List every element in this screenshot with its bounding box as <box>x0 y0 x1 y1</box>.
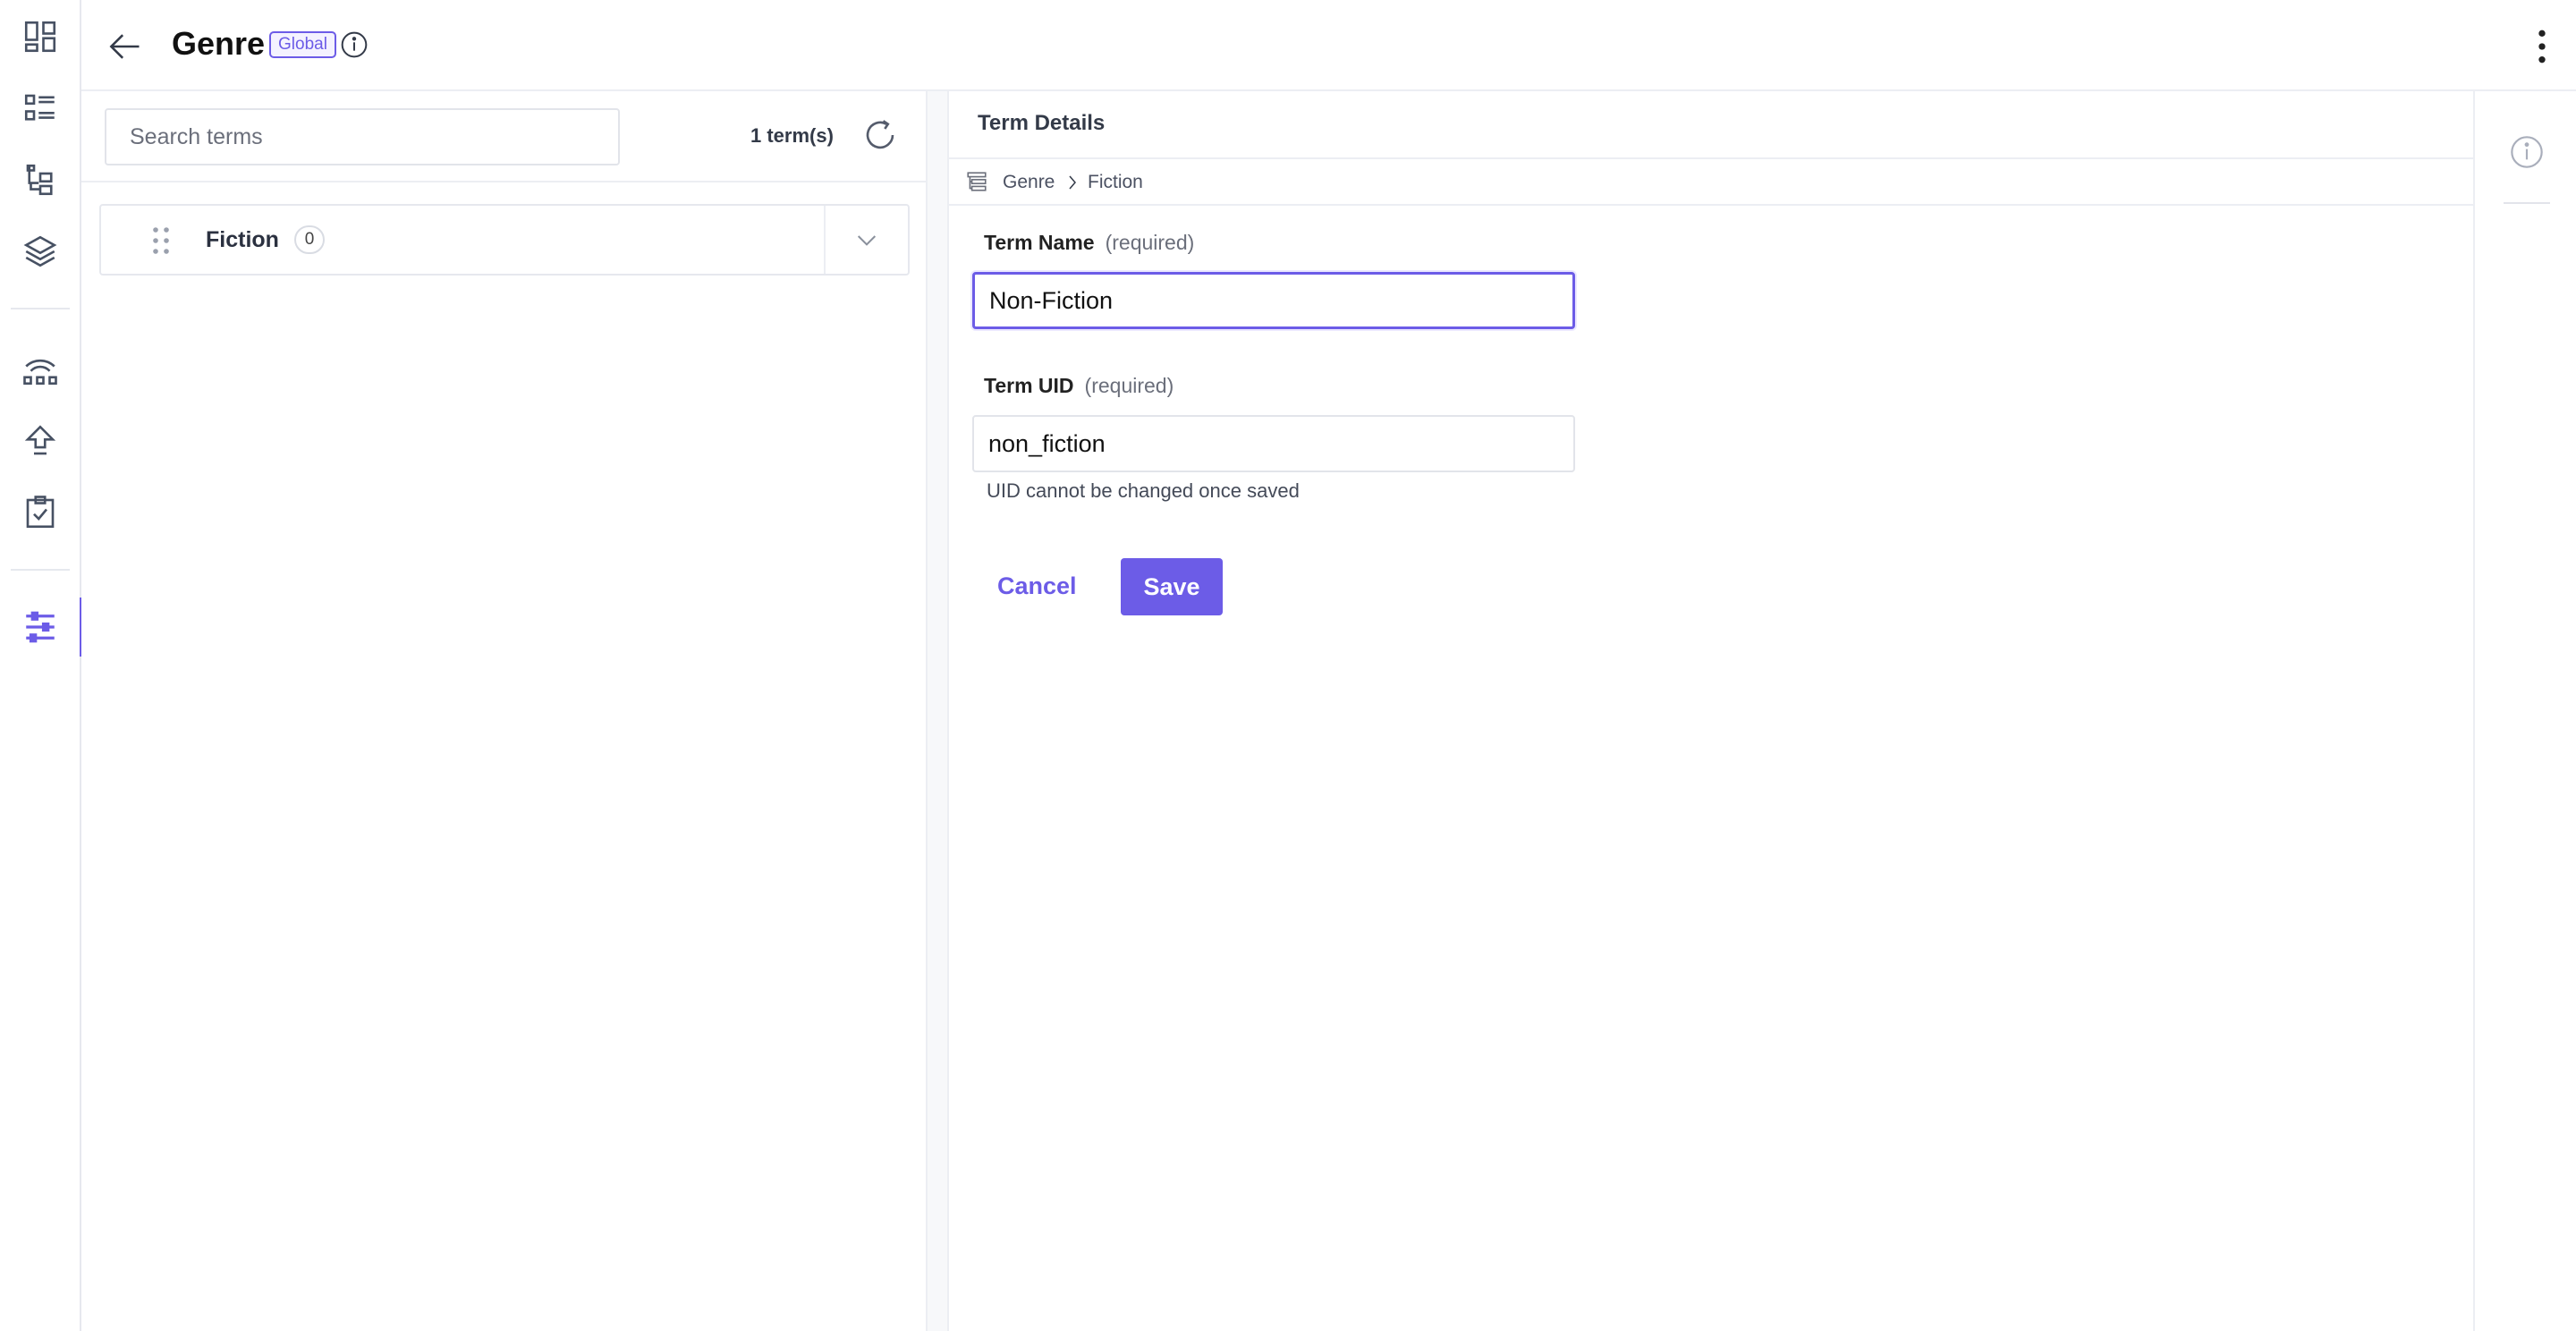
stack-layers-icon[interactable] <box>20 231 61 272</box>
chevron-right-icon <box>1063 172 1081 193</box>
publish-queue-icon[interactable] <box>20 420 61 462</box>
app-root: Genre Global 1 term(s) <box>0 0 2576 1331</box>
page-header: Genre Global <box>81 0 2576 91</box>
back-arrow-icon[interactable] <box>105 27 144 66</box>
terms-list-pane: 1 term(s) Fiction 0 <box>81 91 928 1331</box>
term-uid-input[interactable] <box>972 415 1575 472</box>
term-name-label: Term Name (required) <box>984 231 1195 254</box>
term-details-pane: Term Details Genre Fiction Term Name (req… <box>949 91 2473 1331</box>
left-nav-rail <box>0 0 81 1331</box>
info-icon[interactable] <box>2509 134 2545 170</box>
save-button[interactable]: Save <box>1121 558 1223 615</box>
info-icon[interactable] <box>340 30 369 59</box>
uid-helper-text: UID cannot be changed once saved <box>987 479 1300 502</box>
term-uid-label: Term UID (required) <box>984 374 1174 397</box>
term-count: 1 term(s) <box>750 124 834 147</box>
page-title: Genre <box>172 25 266 62</box>
settings-sliders-icon[interactable] <box>20 606 61 648</box>
cancel-button[interactable]: Cancel <box>994 558 1080 614</box>
right-info-rail <box>2473 91 2576 1331</box>
tasks-clipboard-icon[interactable] <box>20 492 61 533</box>
breadcrumb: Genre Fiction <box>949 159 2473 206</box>
breadcrumb-item-fiction: Fiction <box>1088 172 1143 192</box>
info-rail-divider <box>2504 202 2550 204</box>
chevron-down-icon[interactable] <box>852 225 881 254</box>
breadcrumb-item-genre[interactable]: Genre <box>1003 172 1055 193</box>
rail-divider <box>11 308 70 309</box>
entries-list-icon[interactable] <box>20 88 61 129</box>
drag-handle-icon[interactable] <box>150 225 172 257</box>
term-details-header: Term Details <box>949 91 2473 159</box>
releases-icon[interactable] <box>20 349 61 390</box>
scope-badge: Global <box>269 31 336 58</box>
search-terms-input[interactable] <box>105 108 620 165</box>
term-details-title: Term Details <box>978 111 1106 135</box>
content-models-icon[interactable] <box>20 159 61 200</box>
pane-resizer[interactable] <box>928 91 949 1331</box>
term-name: Fiction <box>206 227 279 252</box>
rail-divider <box>11 569 70 571</box>
dashboard-icon[interactable] <box>20 16 61 57</box>
term-row[interactable]: Fiction 0 <box>99 204 910 276</box>
refresh-icon[interactable] <box>861 116 899 154</box>
row-divider <box>824 206 826 274</box>
kebab-menu-icon[interactable] <box>2535 27 2549 66</box>
term-name-input[interactable] <box>972 272 1575 329</box>
taxonomy-icon <box>965 170 988 193</box>
terms-toolbar: 1 term(s) <box>81 91 926 182</box>
child-count-badge: 0 <box>294 225 325 254</box>
